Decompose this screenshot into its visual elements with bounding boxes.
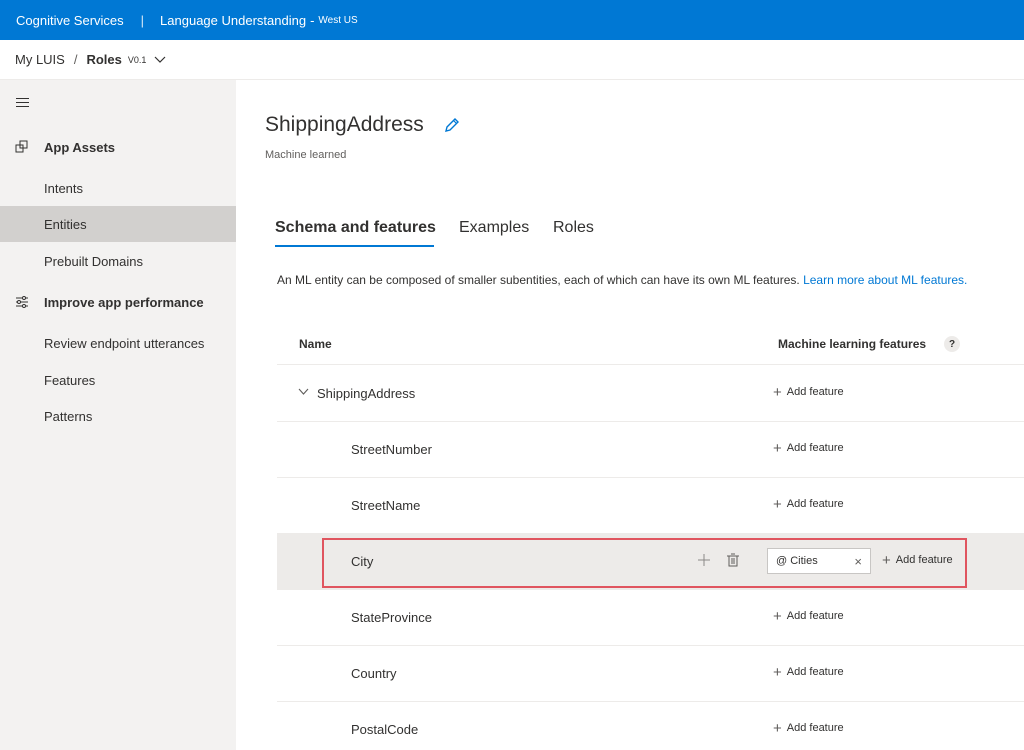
sidebar-item-prebuilt-domains[interactable]: Prebuilt Domains xyxy=(0,243,236,279)
version-label: V0.1 xyxy=(127,54,147,65)
add-feature-button[interactable]: + Add feature xyxy=(773,663,844,681)
add-feature-label: Add feature xyxy=(786,386,844,398)
add-feature-button[interactable]: + Add feature xyxy=(773,439,844,457)
sidebar-item-features[interactable]: Features xyxy=(0,362,236,398)
entity-name: PostalCode xyxy=(351,722,419,737)
add-feature-label: Add feature xyxy=(786,722,844,734)
add-feature-label: Add feature xyxy=(786,666,844,678)
sidebar: App Assets Intents Entities Prebuilt Dom… xyxy=(0,80,236,750)
sidebar-item-label: Patterns xyxy=(44,408,93,424)
app-assets-icon xyxy=(15,140,28,153)
tab-selected-indicator xyxy=(275,245,434,247)
service-name[interactable]: Cognitive Services xyxy=(16,13,124,28)
sidebar-section-app-assets[interactable]: App Assets xyxy=(0,132,236,162)
entity-name: StreetName xyxy=(351,498,421,513)
add-feature-button[interactable]: + Add feature xyxy=(773,495,844,513)
region-label: West US xyxy=(318,14,358,26)
improve-icon xyxy=(16,296,28,308)
breadcrumb-app[interactable]: Roles xyxy=(86,52,121,67)
sidebar-item-review-endpoint[interactable]: Review endpoint utterances xyxy=(0,325,236,361)
topbar-dash: - xyxy=(310,12,315,28)
entity-name: StateProvince xyxy=(351,610,432,625)
sidebar-section-label: App Assets xyxy=(44,139,116,155)
sidebar-item-label: Features xyxy=(44,372,96,388)
add-feature-button[interactable]: + Add feature xyxy=(773,719,844,737)
column-header-name: Name xyxy=(299,337,332,351)
chevron-down-icon[interactable] xyxy=(154,56,166,64)
add-icon: + xyxy=(773,495,782,513)
table-row[interactable]: StateProvince + Add feature xyxy=(277,590,1024,646)
description-text: An ML entity can be composed of smaller … xyxy=(277,273,800,287)
column-header-features: Machine learning features xyxy=(778,337,927,351)
table-row[interactable]: PostalCode + Add feature xyxy=(277,702,1024,750)
entity-name: StreetNumber xyxy=(351,442,432,457)
edit-icon[interactable] xyxy=(443,116,461,134)
tab-examples[interactable]: Examples xyxy=(459,219,529,237)
add-feature-button[interactable]: + Add feature xyxy=(773,607,844,625)
add-icon: + xyxy=(773,719,782,737)
sidebar-item-patterns[interactable]: Patterns xyxy=(0,398,236,434)
tab-roles[interactable]: Roles xyxy=(553,219,594,237)
table-row[interactable]: StreetNumber + Add feature xyxy=(277,422,1024,478)
tab-schema-and-features[interactable]: Schema and features xyxy=(275,219,436,237)
description: An ML entity can be composed of smaller … xyxy=(277,273,967,287)
product-name[interactable]: Language Understanding xyxy=(160,13,306,28)
help-icon[interactable]: ? xyxy=(944,336,960,352)
sidebar-section-label: Improve app performance xyxy=(44,294,204,310)
hamburger-icon[interactable] xyxy=(16,98,29,108)
sidebar-item-label: Review endpoint utterances xyxy=(44,335,205,351)
sidebar-item-label: Prebuilt Domains xyxy=(44,253,143,269)
add-feature-button[interactable]: + Add feature xyxy=(773,383,844,401)
add-feature-label: Add feature xyxy=(786,498,844,510)
add-icon: + xyxy=(773,607,782,625)
sidebar-section-improve[interactable]: Improve app performance xyxy=(0,287,236,317)
entity-name: Country xyxy=(351,666,397,681)
topbar-separator: | xyxy=(140,12,145,28)
chevron-down-icon[interactable] xyxy=(298,388,309,396)
page-title: ShippingAddress xyxy=(265,113,424,136)
sidebar-item-entities[interactable]: Entities xyxy=(0,206,236,242)
breadcrumb-root[interactable]: My LUIS xyxy=(15,52,65,67)
add-feature-label: Add feature xyxy=(786,442,844,454)
breadcrumb: My LUIS / Roles V0.1 xyxy=(0,40,1024,80)
top-bar: Cognitive Services | Language Understand… xyxy=(0,0,1024,40)
table-row[interactable]: StreetName + Add feature xyxy=(277,478,1024,534)
sidebar-item-label: Intents xyxy=(44,180,84,196)
table-row[interactable]: ShippingAddress + Add feature xyxy=(277,366,1024,422)
add-feature-label: Add feature xyxy=(786,610,844,622)
entity-type-label: Machine learned xyxy=(265,149,347,161)
learn-more-link[interactable]: Learn more about ML features. xyxy=(803,273,967,287)
add-icon: + xyxy=(773,439,782,457)
add-icon: + xyxy=(773,663,782,681)
sidebar-item-label: Entities xyxy=(44,216,87,232)
table-row[interactable]: Country + Add feature xyxy=(277,646,1024,702)
breadcrumb-separator: / xyxy=(73,52,78,67)
add-icon: + xyxy=(773,383,782,401)
highlight-box xyxy=(322,538,967,588)
sidebar-item-intents[interactable]: Intents xyxy=(0,170,236,206)
entity-name: ShippingAddress xyxy=(317,386,416,401)
